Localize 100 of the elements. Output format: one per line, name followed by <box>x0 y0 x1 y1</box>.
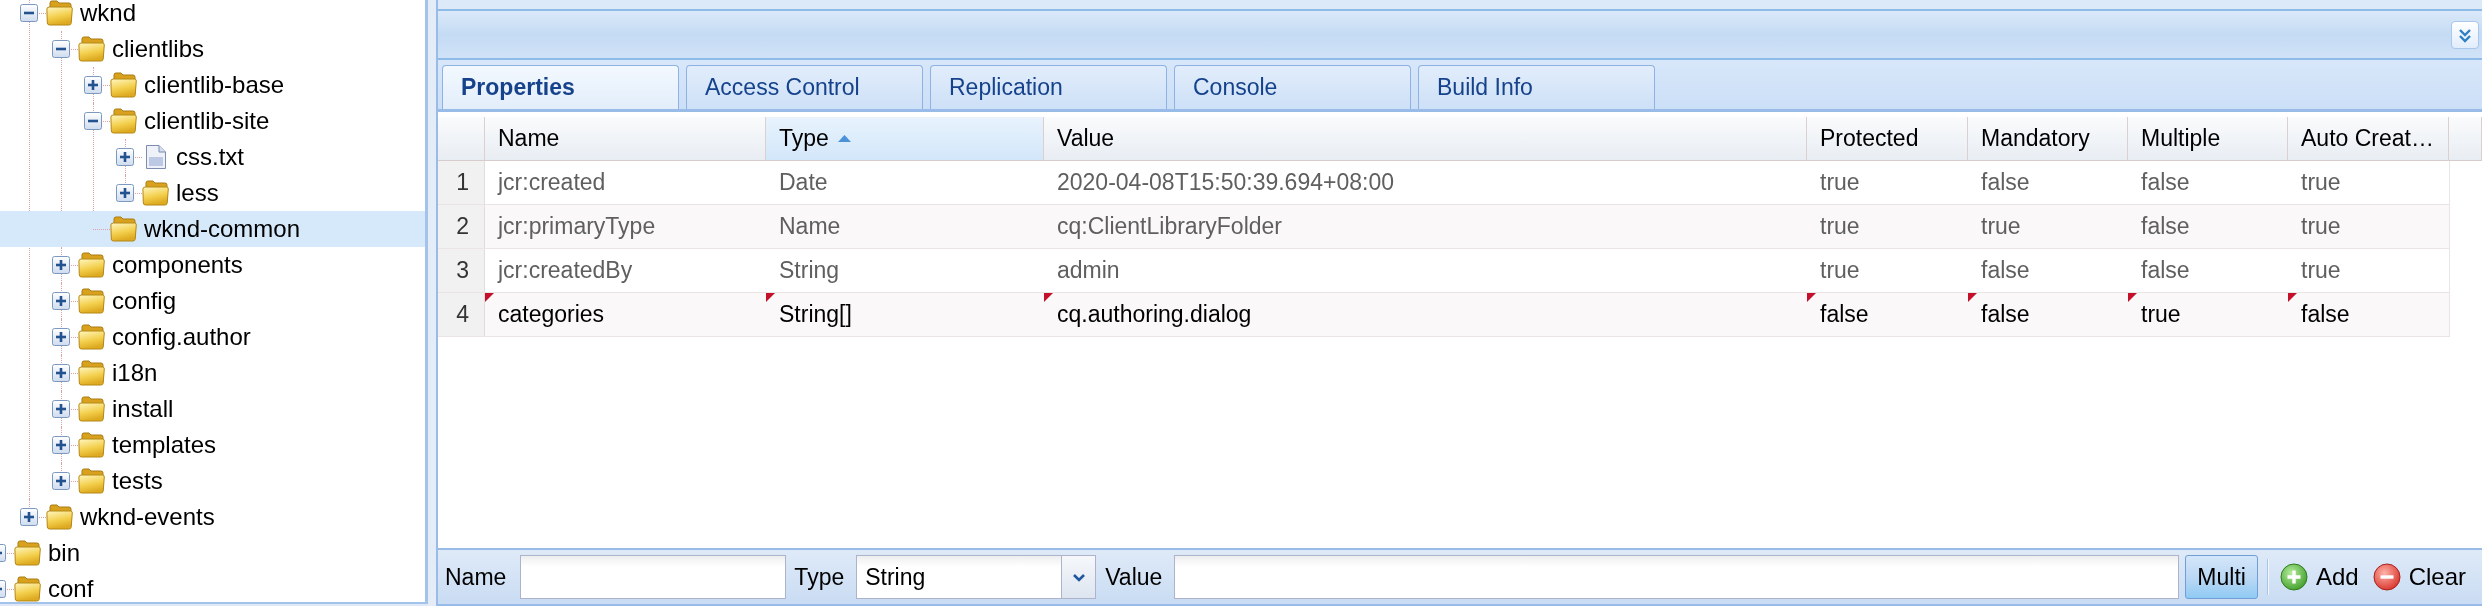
column-header-label: Name <box>498 125 560 152</box>
tree-row[interactable]: config <box>0 283 425 319</box>
tree-item-label: templates <box>112 430 217 460</box>
plus-box-icon[interactable] <box>20 508 38 526</box>
tree-row[interactable]: css.txt <box>0 139 425 175</box>
tab[interactable]: Build Info <box>1418 65 1655 109</box>
tree-row[interactable]: wknd-common <box>0 211 425 247</box>
table-cell: categories <box>498 301 605 328</box>
multi-toggle-button[interactable]: Multi <box>2185 555 2258 599</box>
folder-icon <box>110 72 137 98</box>
collapse-button[interactable] <box>2451 20 2479 49</box>
column-header[interactable]: Value <box>1044 117 1807 161</box>
table-cell: false <box>1981 301 2030 328</box>
tree-row[interactable]: clientlibs <box>0 31 425 67</box>
column-header[interactable]: Auto Creat… <box>2288 117 2449 161</box>
column-header[interactable]: Multiple <box>2128 117 2288 161</box>
folder-icon <box>78 324 105 350</box>
folder-icon <box>78 360 105 386</box>
tree-row[interactable]: wknd <box>0 0 425 31</box>
folder-icon <box>142 180 169 206</box>
table-row[interactable]: 3 jcr:createdBy String admin true false false true <box>438 249 2450 293</box>
column-header-label: Auto Creat… <box>2301 125 2434 152</box>
table-cell: true <box>1820 213 1860 240</box>
column-header[interactable]: Type <box>766 117 1044 161</box>
tab[interactable]: Replication <box>930 65 1167 109</box>
tree-item-label: tests <box>112 466 163 496</box>
column-header-label: Multiple <box>2141 125 2221 152</box>
table-cell: true <box>2301 257 2341 284</box>
folder-icon <box>78 36 105 62</box>
tree-row[interactable]: bin <box>0 535 425 571</box>
table-cell: false <box>1820 301 1869 328</box>
button-label: Clear <box>2408 563 2466 591</box>
tree-row[interactable]: less <box>0 175 425 211</box>
tree-row[interactable]: tests <box>0 463 425 499</box>
table-cell: true <box>1820 169 1860 196</box>
table-row[interactable]: 4 categories String[] cq.authoring.dialog false false true false <box>438 293 2450 337</box>
tree-item-label: wknd <box>80 0 137 28</box>
row-number: 3 <box>438 249 485 292</box>
minus-box-icon[interactable] <box>84 112 102 130</box>
tree-item-label: conf <box>48 574 94 602</box>
table-row[interactable]: 2 jcr:primaryType Name cq:ClientLibraryFolder true true false true <box>438 205 2450 249</box>
value-input[interactable] <box>1174 555 2180 599</box>
table-cell: true <box>2141 301 2181 328</box>
table-cell: String[] <box>779 301 852 328</box>
plus-box-icon[interactable] <box>52 400 70 418</box>
tree-row[interactable]: i18n <box>0 355 425 391</box>
folder-icon <box>14 576 41 602</box>
sort-arrow-icon <box>837 135 851 142</box>
tree-row[interactable]: config.author <box>0 319 425 355</box>
table-cell: false <box>2301 301 2350 328</box>
tab[interactable]: Access Control <box>686 65 923 109</box>
tree-row[interactable]: clientlib-base <box>0 67 425 103</box>
tree-row[interactable]: conf <box>0 571 425 602</box>
column-header[interactable]: Protected <box>1807 117 1968 161</box>
chevron-down-icon <box>1070 571 1087 583</box>
table-cell: jcr:createdBy <box>498 257 633 284</box>
tree-row[interactable]: templates <box>0 427 425 463</box>
tree-row[interactable]: clientlib-site <box>0 103 425 139</box>
plus-box-icon[interactable] <box>84 76 102 94</box>
table-cell: cq.authoring.dialog <box>1057 301 1252 328</box>
row-number: 4 <box>438 293 485 336</box>
column-header[interactable]: Mandatory <box>1968 117 2128 161</box>
minus-box-icon[interactable] <box>20 4 38 22</box>
table-cell: Name <box>779 213 841 240</box>
name-input[interactable] <box>520 555 787 599</box>
tree-item-label: config.author <box>112 322 251 352</box>
add-button[interactable]: Add <box>2279 563 2359 591</box>
table-cell: false <box>2141 169 2190 196</box>
folder-icon <box>78 432 105 458</box>
table-cell: jcr:primaryType <box>498 213 656 240</box>
tree-row[interactable]: wknd-events <box>0 499 425 535</box>
column-header[interactable]: Name <box>485 117 766 161</box>
clear-button[interactable]: Clear <box>2372 563 2466 591</box>
tree-item-label: clientlibs <box>112 34 205 64</box>
table-cell: true <box>2301 169 2341 196</box>
table-cell: false <box>1981 257 2030 284</box>
plus-box-icon[interactable] <box>52 292 70 310</box>
folder-icon <box>46 504 73 530</box>
plus-box-icon[interactable] <box>52 472 70 490</box>
folder-icon <box>78 396 105 422</box>
plus-box-icon[interactable] <box>116 184 134 202</box>
table-cell: true <box>1981 213 2021 240</box>
minus-box-icon[interactable] <box>52 40 70 58</box>
type-combo-field[interactable]: String <box>856 555 1063 599</box>
folder-icon <box>110 216 137 242</box>
tree-item-label: clientlib-site <box>144 106 270 136</box>
tree-item-label: install <box>112 394 174 424</box>
plus-box-icon[interactable] <box>52 256 70 274</box>
tree-row[interactable]: install <box>0 391 425 427</box>
plus-box-icon[interactable] <box>52 328 70 346</box>
tab[interactable]: Properties <box>442 65 679 109</box>
tree-row[interactable]: components <box>0 247 425 283</box>
folder-icon <box>78 468 105 494</box>
plus-box-icon[interactable] <box>116 148 134 166</box>
tab[interactable]: Console <box>1174 65 1411 109</box>
table-cell: true <box>1820 257 1860 284</box>
plus-box-icon[interactable] <box>52 436 70 454</box>
plus-box-icon[interactable] <box>52 364 70 382</box>
tree-item-label: config <box>112 286 177 316</box>
table-row[interactable]: 1 jcr:created Date 2020-04-08T15:50:39.694+08:00 true false false true <box>438 161 2450 205</box>
